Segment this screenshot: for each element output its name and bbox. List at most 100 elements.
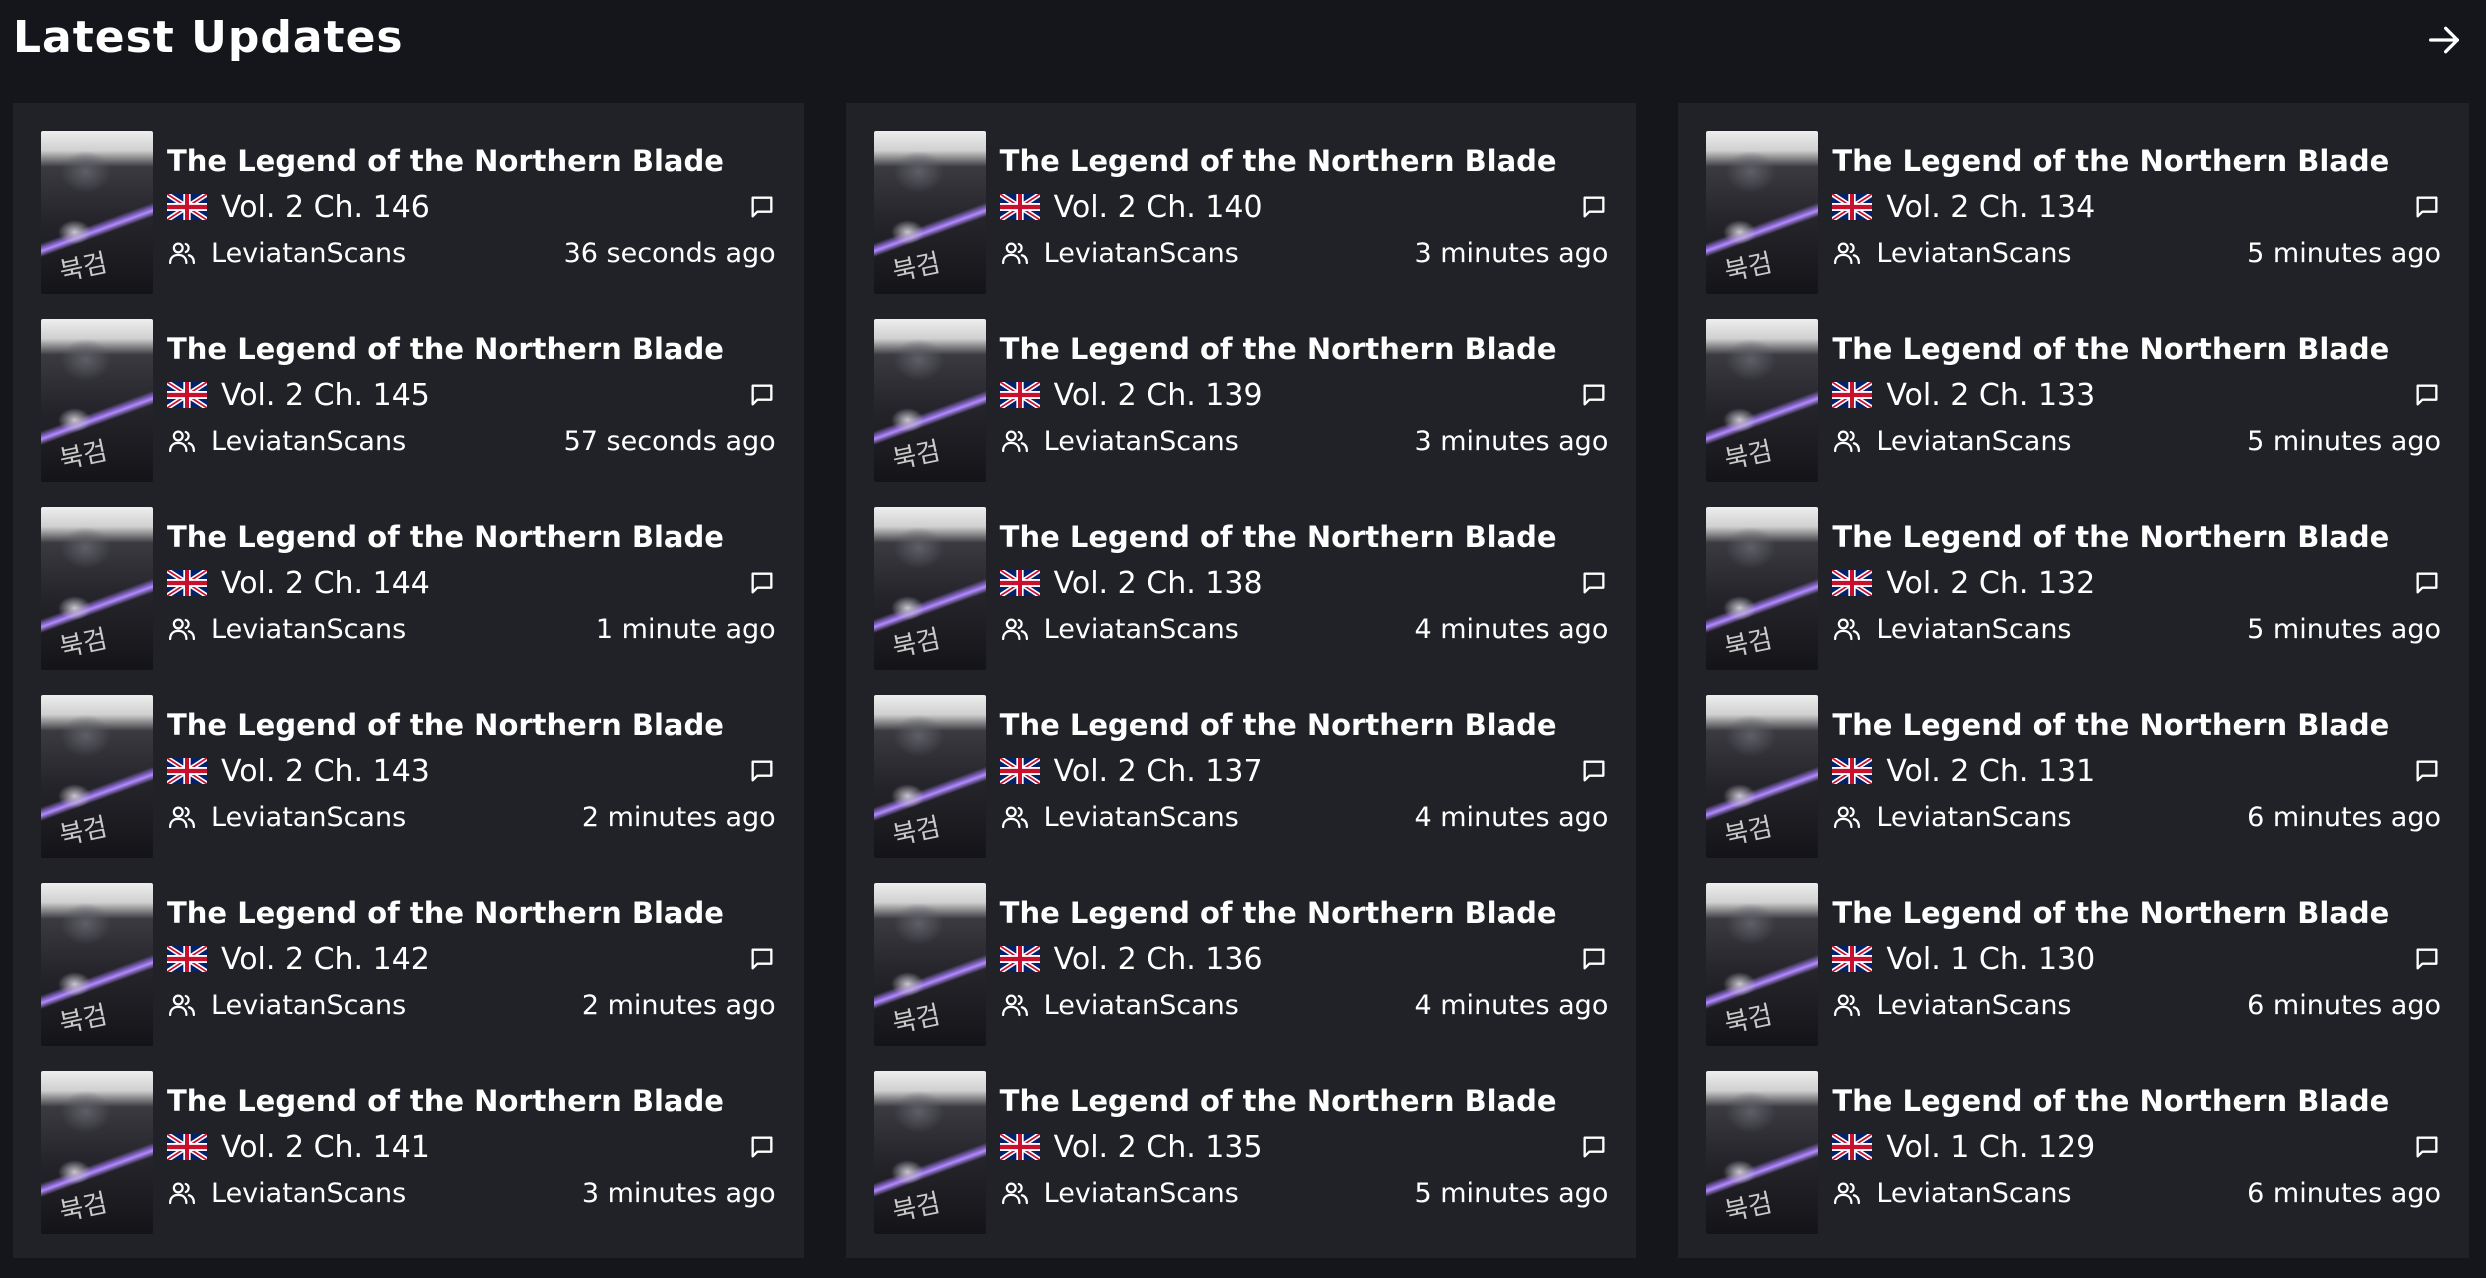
comment-icon[interactable] [748, 381, 776, 409]
scan-group-link[interactable]: LeviatanScans [1044, 426, 1415, 457]
comment-icon[interactable] [2413, 757, 2441, 785]
chapter-link[interactable]: Vol. 2 Ch. 140 [1054, 190, 1581, 225]
chapter-link[interactable]: Vol. 2 Ch. 131 [1886, 754, 2413, 789]
manga-cover[interactable]: 북검 [873, 319, 986, 482]
comment-icon[interactable] [748, 757, 776, 785]
chapter-link[interactable]: Vol. 2 Ch. 146 [221, 190, 748, 225]
manga-title-link[interactable]: The Legend of the Northern Blade [1000, 141, 1609, 181]
chapter-link[interactable]: Vol. 2 Ch. 137 [1054, 754, 1581, 789]
manga-title-link[interactable]: The Legend of the Northern Blade [167, 893, 776, 933]
upload-time: 3 minutes ago [581, 1177, 776, 1209]
chapter-link[interactable]: Vol. 2 Ch. 139 [1054, 378, 1581, 413]
scan-group-link[interactable]: LeviatanScans [211, 802, 582, 833]
manga-title-link[interactable]: The Legend of the Northern Blade [1000, 705, 1609, 745]
manga-title-link[interactable]: The Legend of the Northern Blade [1000, 893, 1609, 933]
scan-group-link[interactable]: LeviatanScans [1876, 802, 2247, 833]
manga-cover[interactable]: 북검 [873, 1071, 986, 1234]
scan-group-link[interactable]: LeviatanScans [211, 1178, 582, 1209]
comment-icon[interactable] [748, 1133, 776, 1161]
manga-title-link[interactable]: The Legend of the Northern Blade [1832, 705, 2441, 745]
upload-time: 6 minutes ago [2247, 1177, 2442, 1209]
manga-title-link[interactable]: The Legend of the Northern Blade [167, 1081, 776, 1121]
manga-title-link[interactable]: The Legend of the Northern Blade [1832, 893, 2441, 933]
manga-cover[interactable]: 북검 [41, 507, 153, 670]
chapter-link[interactable]: Vol. 2 Ch. 141 [221, 1130, 748, 1165]
chapter-link[interactable]: Vol. 2 Ch. 138 [1054, 566, 1581, 601]
manga-cover[interactable]: 북검 [41, 695, 153, 858]
chapter-link[interactable]: Vol. 2 Ch. 136 [1054, 942, 1581, 977]
manga-cover[interactable]: 북검 [873, 131, 986, 294]
comment-icon[interactable] [1580, 1133, 1608, 1161]
entry-info: The Legend of the Northern Blade Vol. 2 C… [153, 695, 776, 858]
manga-title-link[interactable]: The Legend of the Northern Blade [1832, 329, 2441, 369]
manga-title-link[interactable]: The Legend of the Northern Blade [1832, 1081, 2441, 1121]
cover-art-mark: 북검 [889, 436, 943, 476]
manga-title-link[interactable]: The Legend of the Northern Blade [1832, 517, 2441, 557]
comment-icon[interactable] [2413, 193, 2441, 221]
comment-icon[interactable] [1580, 193, 1608, 221]
manga-cover[interactable]: 북검 [1706, 131, 1819, 294]
comment-icon[interactable] [1580, 569, 1608, 597]
manga-cover[interactable]: 북검 [873, 883, 986, 1046]
scan-group-link[interactable]: LeviatanScans [1044, 1178, 1415, 1209]
manga-cover[interactable]: 북검 [41, 319, 153, 482]
scan-group-link[interactable]: LeviatanScans [1044, 238, 1415, 269]
manga-title-link[interactable]: The Legend of the Northern Blade [1000, 329, 1609, 369]
scan-group-link[interactable]: LeviatanScans [1044, 990, 1415, 1021]
comment-icon[interactable] [1580, 945, 1608, 973]
scan-group-link[interactable]: LeviatanScans [1876, 614, 2247, 645]
scan-group-link[interactable]: LeviatanScans [1876, 1178, 2247, 1209]
manga-cover[interactable]: 북검 [1706, 695, 1819, 858]
comment-icon[interactable] [1580, 381, 1608, 409]
uk-flag-icon [1832, 570, 1873, 596]
manga-title-link[interactable]: The Legend of the Northern Blade [1000, 517, 1609, 557]
scan-group-link[interactable]: LeviatanScans [211, 614, 596, 645]
comment-icon[interactable] [2413, 1133, 2441, 1161]
manga-title-link[interactable]: The Legend of the Northern Blade [167, 705, 776, 745]
chapter-link[interactable]: Vol. 2 Ch. 143 [221, 754, 748, 789]
comment-icon[interactable] [2413, 381, 2441, 409]
comment-icon[interactable] [2413, 569, 2441, 597]
upload-time: 5 minutes ago [1414, 1177, 1609, 1209]
scan-group-link[interactable]: LeviatanScans [211, 426, 564, 457]
manga-title-link[interactable]: The Legend of the Northern Blade [167, 141, 776, 181]
scan-group-link[interactable]: LeviatanScans [1876, 990, 2247, 1021]
scan-group-link[interactable]: LeviatanScans [211, 238, 564, 269]
manga-cover[interactable]: 북검 [1706, 507, 1819, 670]
chapter-link[interactable]: Vol. 2 Ch. 135 [1054, 1130, 1581, 1165]
chapter-link[interactable]: Vol. 2 Ch. 132 [1886, 566, 2413, 601]
chapter-link[interactable]: Vol. 2 Ch. 144 [221, 566, 748, 601]
manga-cover[interactable]: 북검 [41, 883, 153, 1046]
chapter-link[interactable]: Vol. 1 Ch. 130 [1886, 942, 2413, 977]
chapter-link[interactable]: Vol. 2 Ch. 145 [221, 378, 748, 413]
manga-cover[interactable]: 북검 [1706, 1071, 1819, 1234]
scan-group-link[interactable]: LeviatanScans [1876, 238, 2247, 269]
manga-cover[interactable]: 북검 [41, 131, 153, 294]
scan-group-link[interactable]: LeviatanScans [1044, 802, 1415, 833]
scan-group-link[interactable]: LeviatanScans [211, 990, 582, 1021]
update-entry: 북검 The Legend of the Northern Blade Vol. 2… [873, 507, 1609, 670]
manga-title-link[interactable]: The Legend of the Northern Blade [1000, 1081, 1609, 1121]
chapter-link[interactable]: Vol. 2 Ch. 142 [221, 942, 748, 977]
manga-title-link[interactable]: The Legend of the Northern Blade [167, 517, 776, 557]
manga-title-link[interactable]: The Legend of the Northern Blade [1832, 141, 2441, 181]
chapter-link[interactable]: Vol. 1 Ch. 129 [1886, 1130, 2413, 1165]
chapter-link[interactable]: Vol. 2 Ch. 133 [1886, 378, 2413, 413]
manga-cover[interactable]: 북검 [1706, 883, 1819, 1046]
arrow-right-icon[interactable] [2424, 20, 2464, 60]
comment-icon[interactable] [748, 193, 776, 221]
comment-icon[interactable] [748, 945, 776, 973]
comment-icon[interactable] [748, 569, 776, 597]
manga-cover[interactable]: 북검 [41, 1071, 153, 1234]
scan-group-link[interactable]: LeviatanScans [1876, 426, 2247, 457]
scan-group-link[interactable]: LeviatanScans [1044, 614, 1415, 645]
manga-cover[interactable]: 북검 [873, 695, 986, 858]
comment-icon[interactable] [2413, 945, 2441, 973]
manga-cover[interactable]: 북검 [1706, 319, 1819, 482]
manga-cover[interactable]: 북검 [873, 507, 986, 670]
manga-title-link[interactable]: The Legend of the Northern Blade [167, 329, 776, 369]
update-entry: 북검 The Legend of the Northern Blade Vol. 2… [873, 695, 1609, 858]
chapter-link[interactable]: Vol. 2 Ch. 134 [1886, 190, 2413, 225]
uk-flag-icon [999, 946, 1040, 972]
comment-icon[interactable] [1580, 757, 1608, 785]
